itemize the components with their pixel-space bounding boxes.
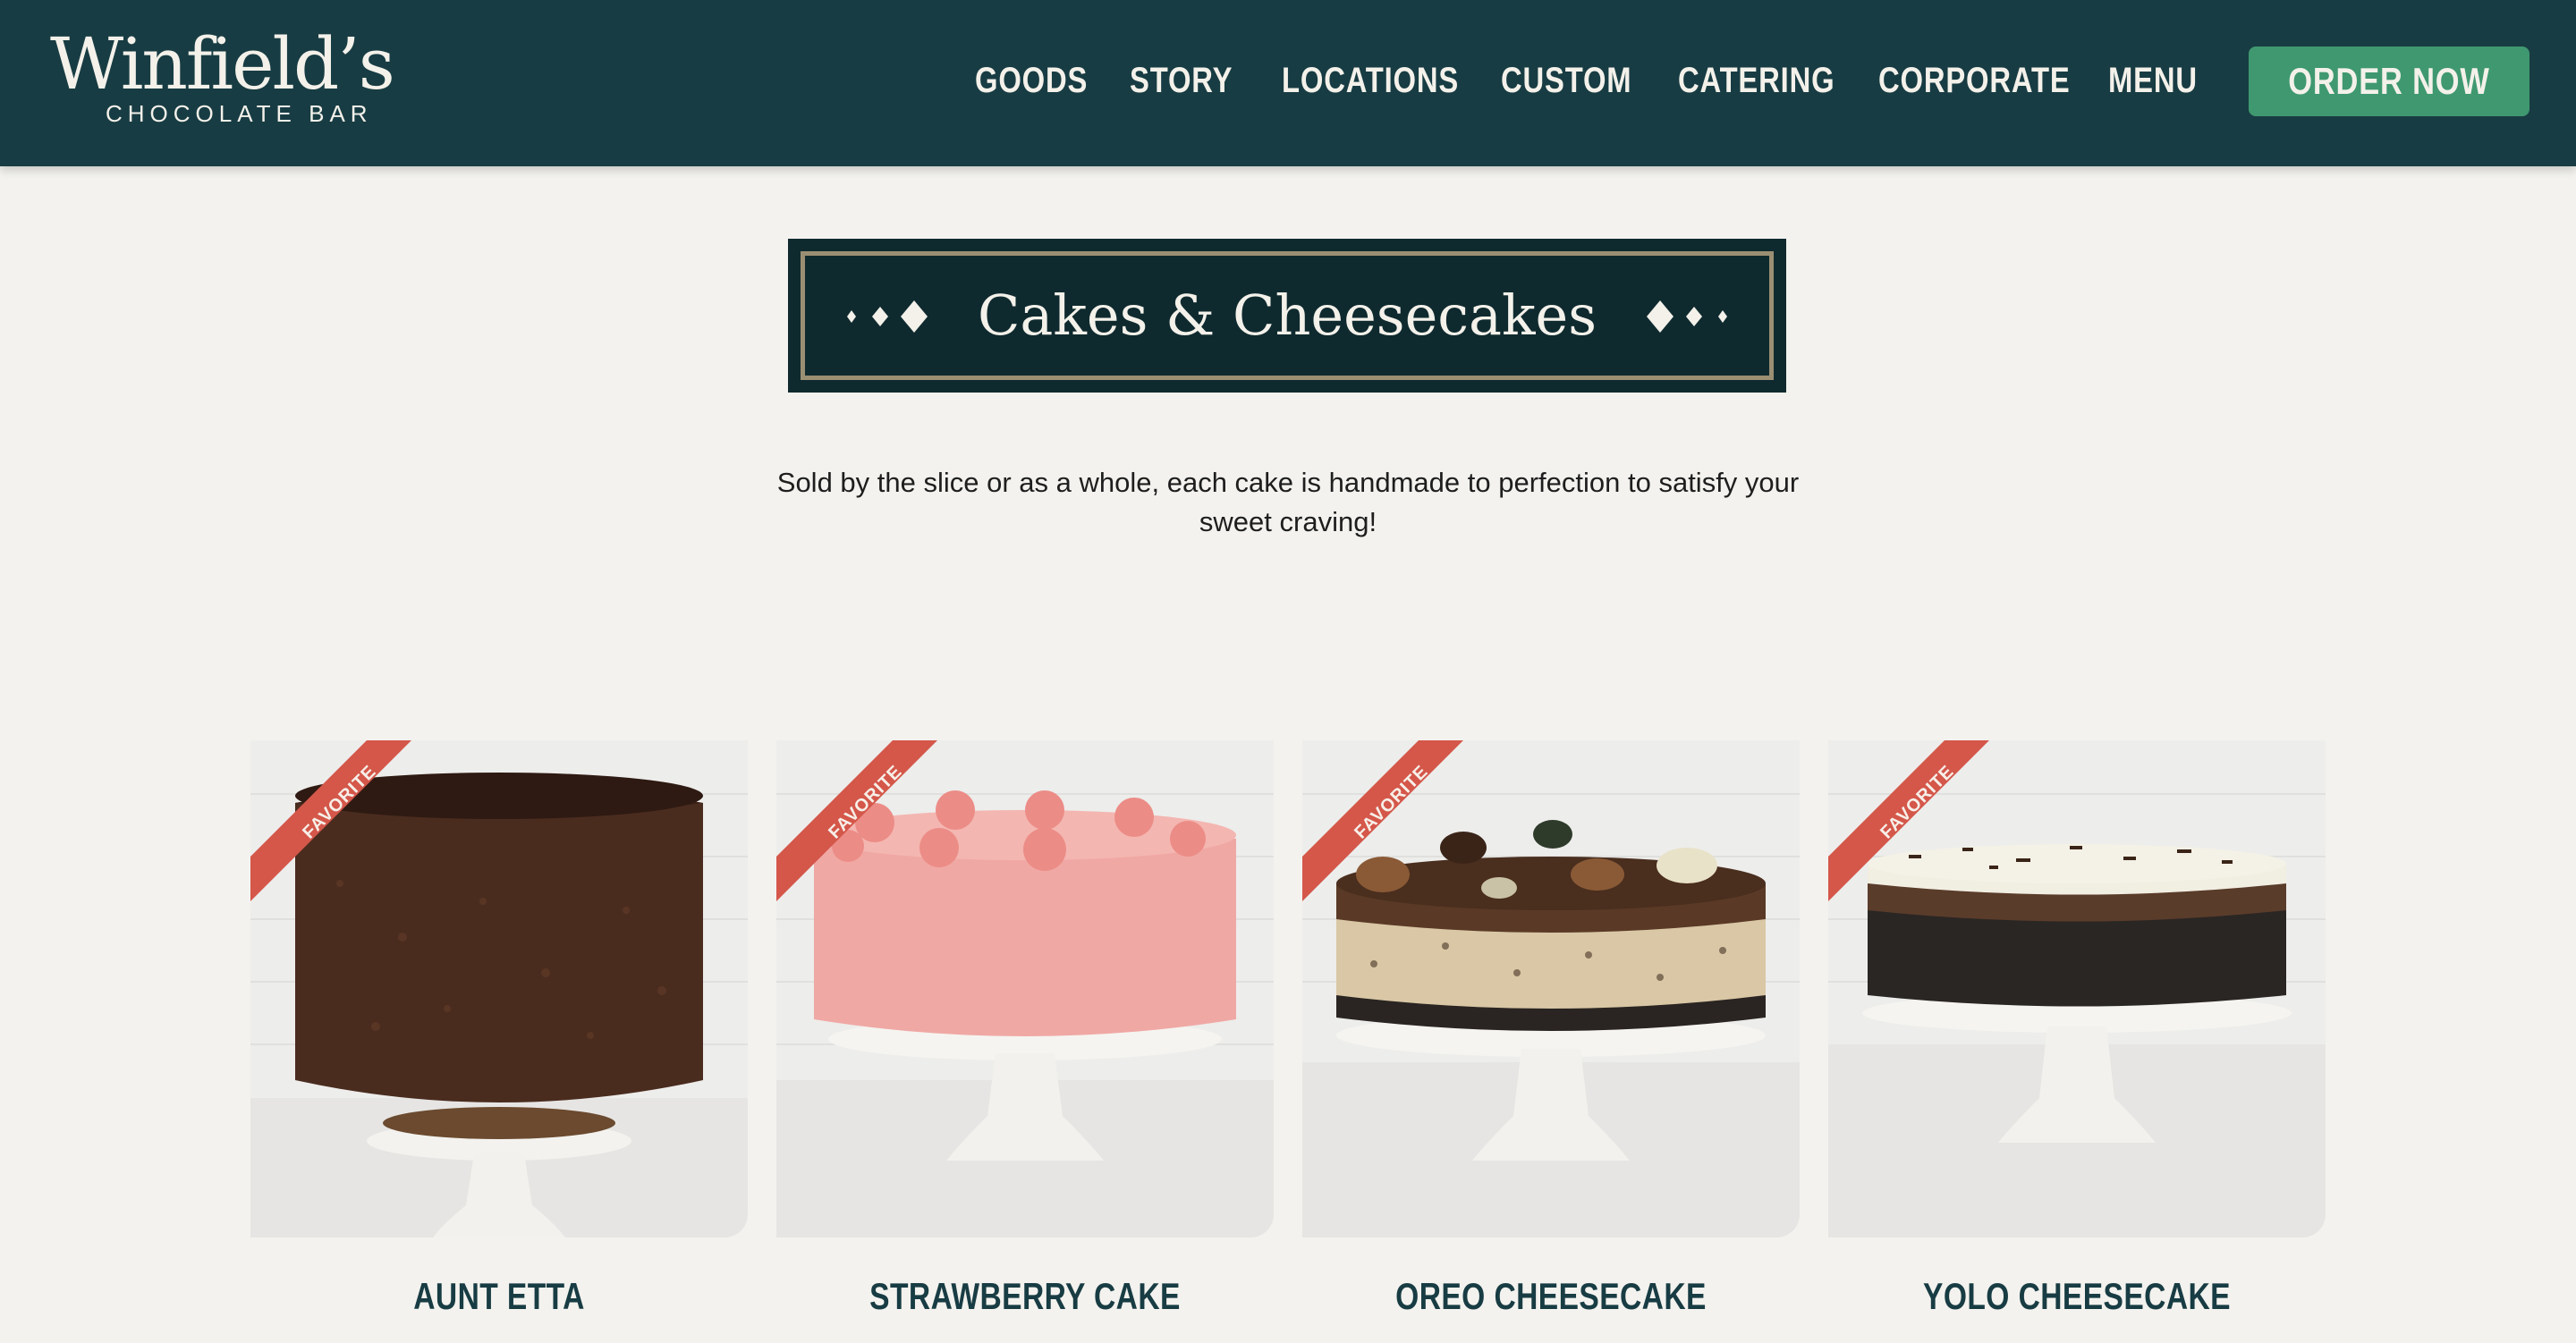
order-now-label: ORDER NOW <box>2288 60 2490 102</box>
product-image[interactable]: FAVORITE <box>1828 740 2326 1237</box>
product-image[interactable]: FAVORITE <box>1302 740 1800 1237</box>
site-header: Winfield’s CHOCOLATE BAR GOODS STORY LOC… <box>0 0 2576 166</box>
nav-item-story[interactable]: STORY <box>1130 55 1233 106</box>
product-name[interactable]: AUNT ETTA <box>301 1275 699 1318</box>
product-name[interactable]: OREO CHEESECAKE <box>1352 1275 1750 1318</box>
product-name[interactable]: YOLO CHEESECAKE <box>1878 1275 2276 1318</box>
nav-item-corporate[interactable]: CORPORATE <box>1878 55 2071 106</box>
nav-item-custom[interactable]: CUSTOM <box>1501 55 1631 106</box>
nav-item-menu[interactable]: MENU <box>2108 55 2198 106</box>
brand-name: Winfield’s <box>50 22 395 106</box>
brand-logo[interactable]: Winfield’s CHOCOLATE BAR <box>50 20 408 136</box>
right-diamond-ornament <box>1626 291 1733 342</box>
product-card-strawberry-cake[interactable]: FAVORITE STRAWBERRY CAKE <box>776 740 1274 1317</box>
product-card-aunt-etta[interactable]: FAVORITE AUNT ETTA <box>250 740 748 1317</box>
page-title: Cakes & Cheesecakes <box>977 283 1597 348</box>
section-intro: Sold by the slice or as a whole, each ca… <box>776 467 1800 537</box>
product-name[interactable]: STRAWBERRY CAKE <box>826 1275 1224 1318</box>
product-card-yolo-cheesecake[interactable]: FAVORITE YOLO CHEESECAKE <box>1828 740 2326 1317</box>
nav-item-locations[interactable]: LOCATIONS <box>1282 55 1459 106</box>
product-image[interactable]: FAVORITE <box>250 740 748 1237</box>
favorite-ribbon: FAVORITE <box>1302 740 1481 919</box>
favorite-ribbon: FAVORITE <box>250 740 429 919</box>
order-now-button[interactable]: ORDER NOW <box>2249 46 2529 116</box>
brand-tagline: CHOCOLATE BAR <box>106 100 373 127</box>
favorite-ribbon: FAVORITE <box>776 740 955 919</box>
nav-item-goods[interactable]: GOODS <box>975 55 1088 106</box>
section-title-banner: Cakes & Cheesecakes <box>788 239 1786 393</box>
favorite-ribbon: FAVORITE <box>1828 740 2007 919</box>
nav-item-catering[interactable]: CATERING <box>1678 55 1835 106</box>
product-image[interactable]: FAVORITE <box>776 740 1274 1237</box>
banner-frame: Cakes & Cheesecakes <box>801 251 1774 380</box>
product-card-oreo-cheesecake[interactable]: FAVORITE OREO CHEESECAKE <box>1302 740 1800 1317</box>
